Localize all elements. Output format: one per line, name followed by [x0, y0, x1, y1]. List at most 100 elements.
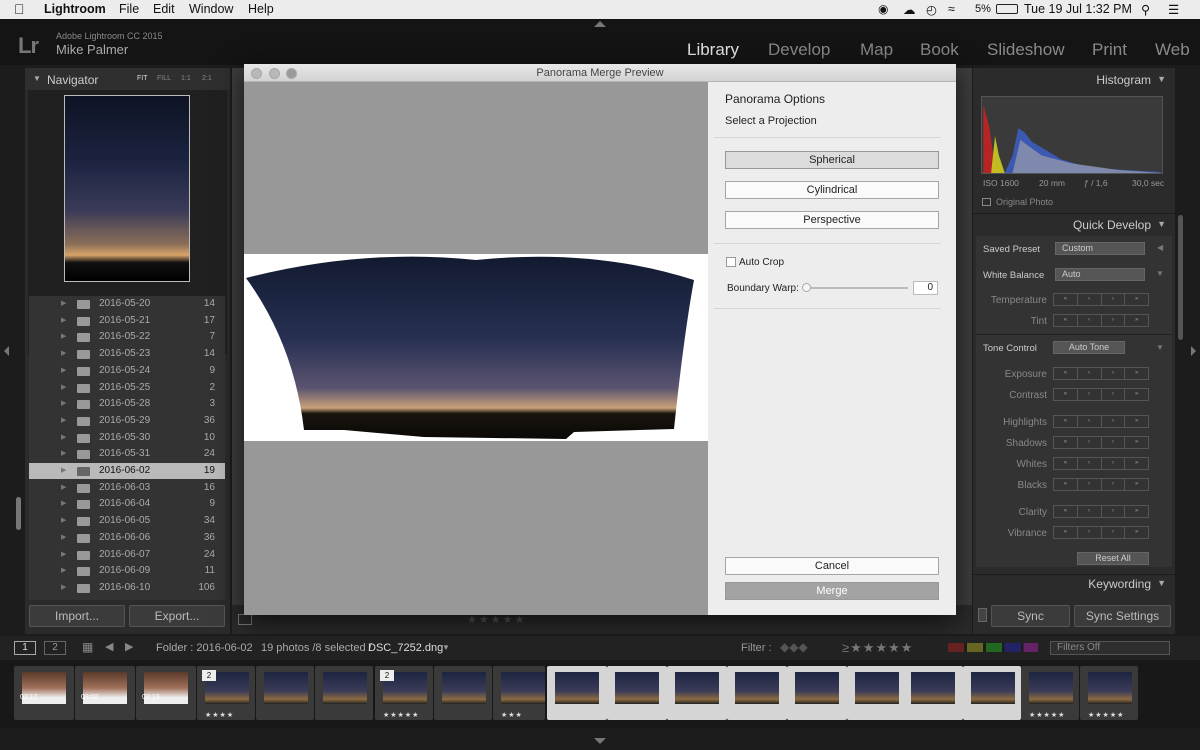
folder-row[interactable]: ▶ 2016-05-21 17: [29, 313, 225, 329]
zoom-1-1[interactable]: 1:1: [181, 75, 191, 82]
notification-center-icon[interactable]: ☰: [1168, 2, 1179, 17]
folder-row[interactable]: ▶ 2016-05-20 14: [29, 296, 225, 312]
apple-icon[interactable]: : [14, 1, 25, 17]
reset-all-button[interactable]: Reset All: [1077, 552, 1149, 565]
page-2-button[interactable]: 2: [44, 641, 66, 655]
top-panel-toggle-icon[interactable]: [594, 21, 606, 27]
contrast-adjust-buttons[interactable]: «‹ ›»: [1053, 388, 1149, 401]
disclosure-triangle-icon[interactable]: ▶: [61, 533, 66, 541]
stack-badge[interactable]: 2: [380, 670, 394, 681]
right-scrollbar[interactable]: [1178, 215, 1183, 340]
disclosure-triangle-icon[interactable]: ▶: [61, 499, 66, 507]
quick-develop-title[interactable]: Quick Develop: [1073, 218, 1151, 232]
auto-crop-checkbox[interactable]: [726, 257, 736, 267]
filmstrip-thumbnail[interactable]: ★★★★★: [1021, 666, 1079, 720]
export-button[interactable]: Export...: [129, 605, 225, 627]
menu-window[interactable]: Window: [189, 2, 233, 16]
disclosure-triangle-icon[interactable]: ▶: [61, 566, 66, 574]
spotlight-icon[interactable]: ⚲: [1141, 2, 1150, 17]
wifi-icon[interactable]: ≈: [948, 2, 955, 16]
filename-dropdown-icon[interactable]: ▼: [442, 643, 450, 652]
module-library[interactable]: Library: [687, 40, 739, 60]
filmstrip-thumbnail[interactable]: [547, 666, 607, 720]
folder-row[interactable]: ▶ 2016-06-06 36: [29, 530, 225, 546]
keywording-title[interactable]: Keywording: [1088, 577, 1151, 591]
collapse-triangle-icon[interactable]: ▼: [1157, 578, 1166, 588]
module-print[interactable]: Print: [1092, 40, 1127, 60]
back-arrow-icon[interactable]: ◀: [105, 640, 113, 653]
dialog-titlebar[interactable]: Panorama Merge Preview: [244, 64, 956, 82]
battery-icon[interactable]: [996, 4, 1018, 14]
tint-adjust-buttons[interactable]: «‹ ›»: [1053, 314, 1149, 327]
tone-disclosure-icon[interactable]: ▼: [1156, 343, 1164, 352]
collapse-triangle-icon[interactable]: ▼: [33, 74, 41, 83]
disclosure-triangle-icon[interactable]: ▶: [61, 550, 66, 558]
stack-badge[interactable]: 2: [202, 670, 216, 681]
filmstrip-thumbnail[interactable]: 02:17: [14, 666, 74, 720]
original-photo-checkbox[interactable]: [982, 198, 991, 206]
disclosure-triangle-icon[interactable]: ▶: [61, 449, 66, 457]
rating-filter-stars[interactable]: ≥★★★★★: [842, 640, 913, 656]
histogram-chart[interactable]: [981, 96, 1163, 174]
menubar-clock[interactable]: Tue 19 Jul 1:32 PM: [1024, 2, 1132, 16]
folder-row[interactable]: ▶ 2016-05-24 9: [29, 363, 225, 379]
folder-row[interactable]: ▶ 2016-05-28 3: [29, 396, 225, 412]
left-scrollbar[interactable]: [16, 497, 21, 530]
creative-cloud-icon[interactable]: ◉: [878, 2, 888, 16]
filmstrip-thumbnail[interactable]: [315, 666, 373, 720]
filmstrip-thumbnail[interactable]: 03:13: [136, 666, 196, 720]
menu-help[interactable]: Help: [248, 2, 274, 16]
disclosure-triangle-icon[interactable]: ▶: [61, 516, 66, 524]
grid-view-icon[interactable]: ▦: [82, 640, 93, 654]
cloud-icon[interactable]: ☁: [903, 2, 916, 17]
disclosure-triangle-icon[interactable]: ▶: [61, 349, 66, 357]
folder-row[interactable]: ▶ 2016-05-22 7: [29, 329, 225, 345]
filmstrip-thumbnail[interactable]: [256, 666, 314, 720]
filmstrip-thumbnail[interactable]: [434, 666, 492, 720]
filters-dropdown[interactable]: Filters Off: [1050, 641, 1170, 655]
zoom-window-icon[interactable]: [286, 68, 297, 79]
module-book[interactable]: Book: [920, 40, 959, 60]
menu-file[interactable]: File: [119, 2, 139, 16]
navigator-header[interactable]: ▼ Navigator FIT FILL 1:1 2:1: [25, 68, 230, 90]
filmstrip-bottom-toggle-icon[interactable]: [594, 738, 606, 744]
filmstrip-thumbnail[interactable]: 2 ★★★★★: [375, 666, 433, 720]
white-balance-dropdown[interactable]: Auto: [1055, 268, 1145, 281]
histogram-title[interactable]: Histogram: [1096, 73, 1151, 87]
zoom-2-1[interactable]: 2:1: [202, 75, 212, 82]
sync-button[interactable]: Sync: [991, 605, 1070, 627]
folder-row[interactable]: ▶ 2016-05-25 2: [29, 380, 225, 396]
flag-filter-icons[interactable]: ◆◆◆: [780, 640, 808, 654]
module-slideshow[interactable]: Slideshow: [987, 40, 1065, 60]
folder-row[interactable]: ▶ 2016-06-07 24: [29, 547, 225, 563]
right-panel-toggle-icon[interactable]: [1191, 346, 1196, 356]
filmstrip-thumbnail[interactable]: [727, 666, 787, 720]
zoom-fill[interactable]: FILL: [157, 75, 171, 82]
folder-row[interactable]: ▶ 2016-05-30 10: [29, 430, 225, 446]
disclosure-triangle-icon[interactable]: ▶: [61, 383, 66, 391]
module-map[interactable]: Map: [860, 40, 893, 60]
filmstrip-thumbnail[interactable]: 2 ★★★★: [197, 666, 255, 720]
collapse-triangle-icon[interactable]: ▼: [1157, 74, 1166, 84]
auto-tone-button[interactable]: Auto Tone: [1053, 341, 1125, 354]
close-window-icon[interactable]: [251, 68, 262, 79]
saved-preset-dropdown[interactable]: Custom: [1055, 242, 1145, 255]
cancel-button[interactable]: Cancel: [725, 557, 939, 575]
folder-source-label[interactable]: Folder : 2016-06-02: [156, 642, 253, 654]
menu-edit[interactable]: Edit: [153, 2, 175, 16]
disclosure-triangle-icon[interactable]: ▶: [61, 332, 66, 340]
shadows-adjust-buttons[interactable]: «‹ ›»: [1053, 436, 1149, 449]
disclosure-triangle-icon[interactable]: ▶: [61, 316, 66, 324]
disclosure-triangle-icon[interactable]: ▶: [61, 299, 66, 307]
temperature-adjust-buttons[interactable]: «‹ ›»: [1053, 293, 1149, 306]
exposure-adjust-buttons[interactable]: «‹ ›»: [1053, 367, 1149, 380]
folder-row[interactable]: ▶ 2016-06-03 16: [29, 480, 225, 496]
left-panel-toggle-icon[interactable]: [4, 346, 9, 356]
boundary-warp-input[interactable]: 0: [913, 281, 938, 295]
boundary-warp-slider[interactable]: [804, 287, 908, 289]
time-machine-icon[interactable]: ◴: [926, 2, 937, 17]
folder-row[interactable]: ▶ 2016-06-09 11: [29, 563, 225, 579]
highlights-adjust-buttons[interactable]: «‹ ›»: [1053, 415, 1149, 428]
module-web[interactable]: Web: [1155, 40, 1190, 60]
projection-perspective-button[interactable]: Perspective: [725, 211, 939, 229]
